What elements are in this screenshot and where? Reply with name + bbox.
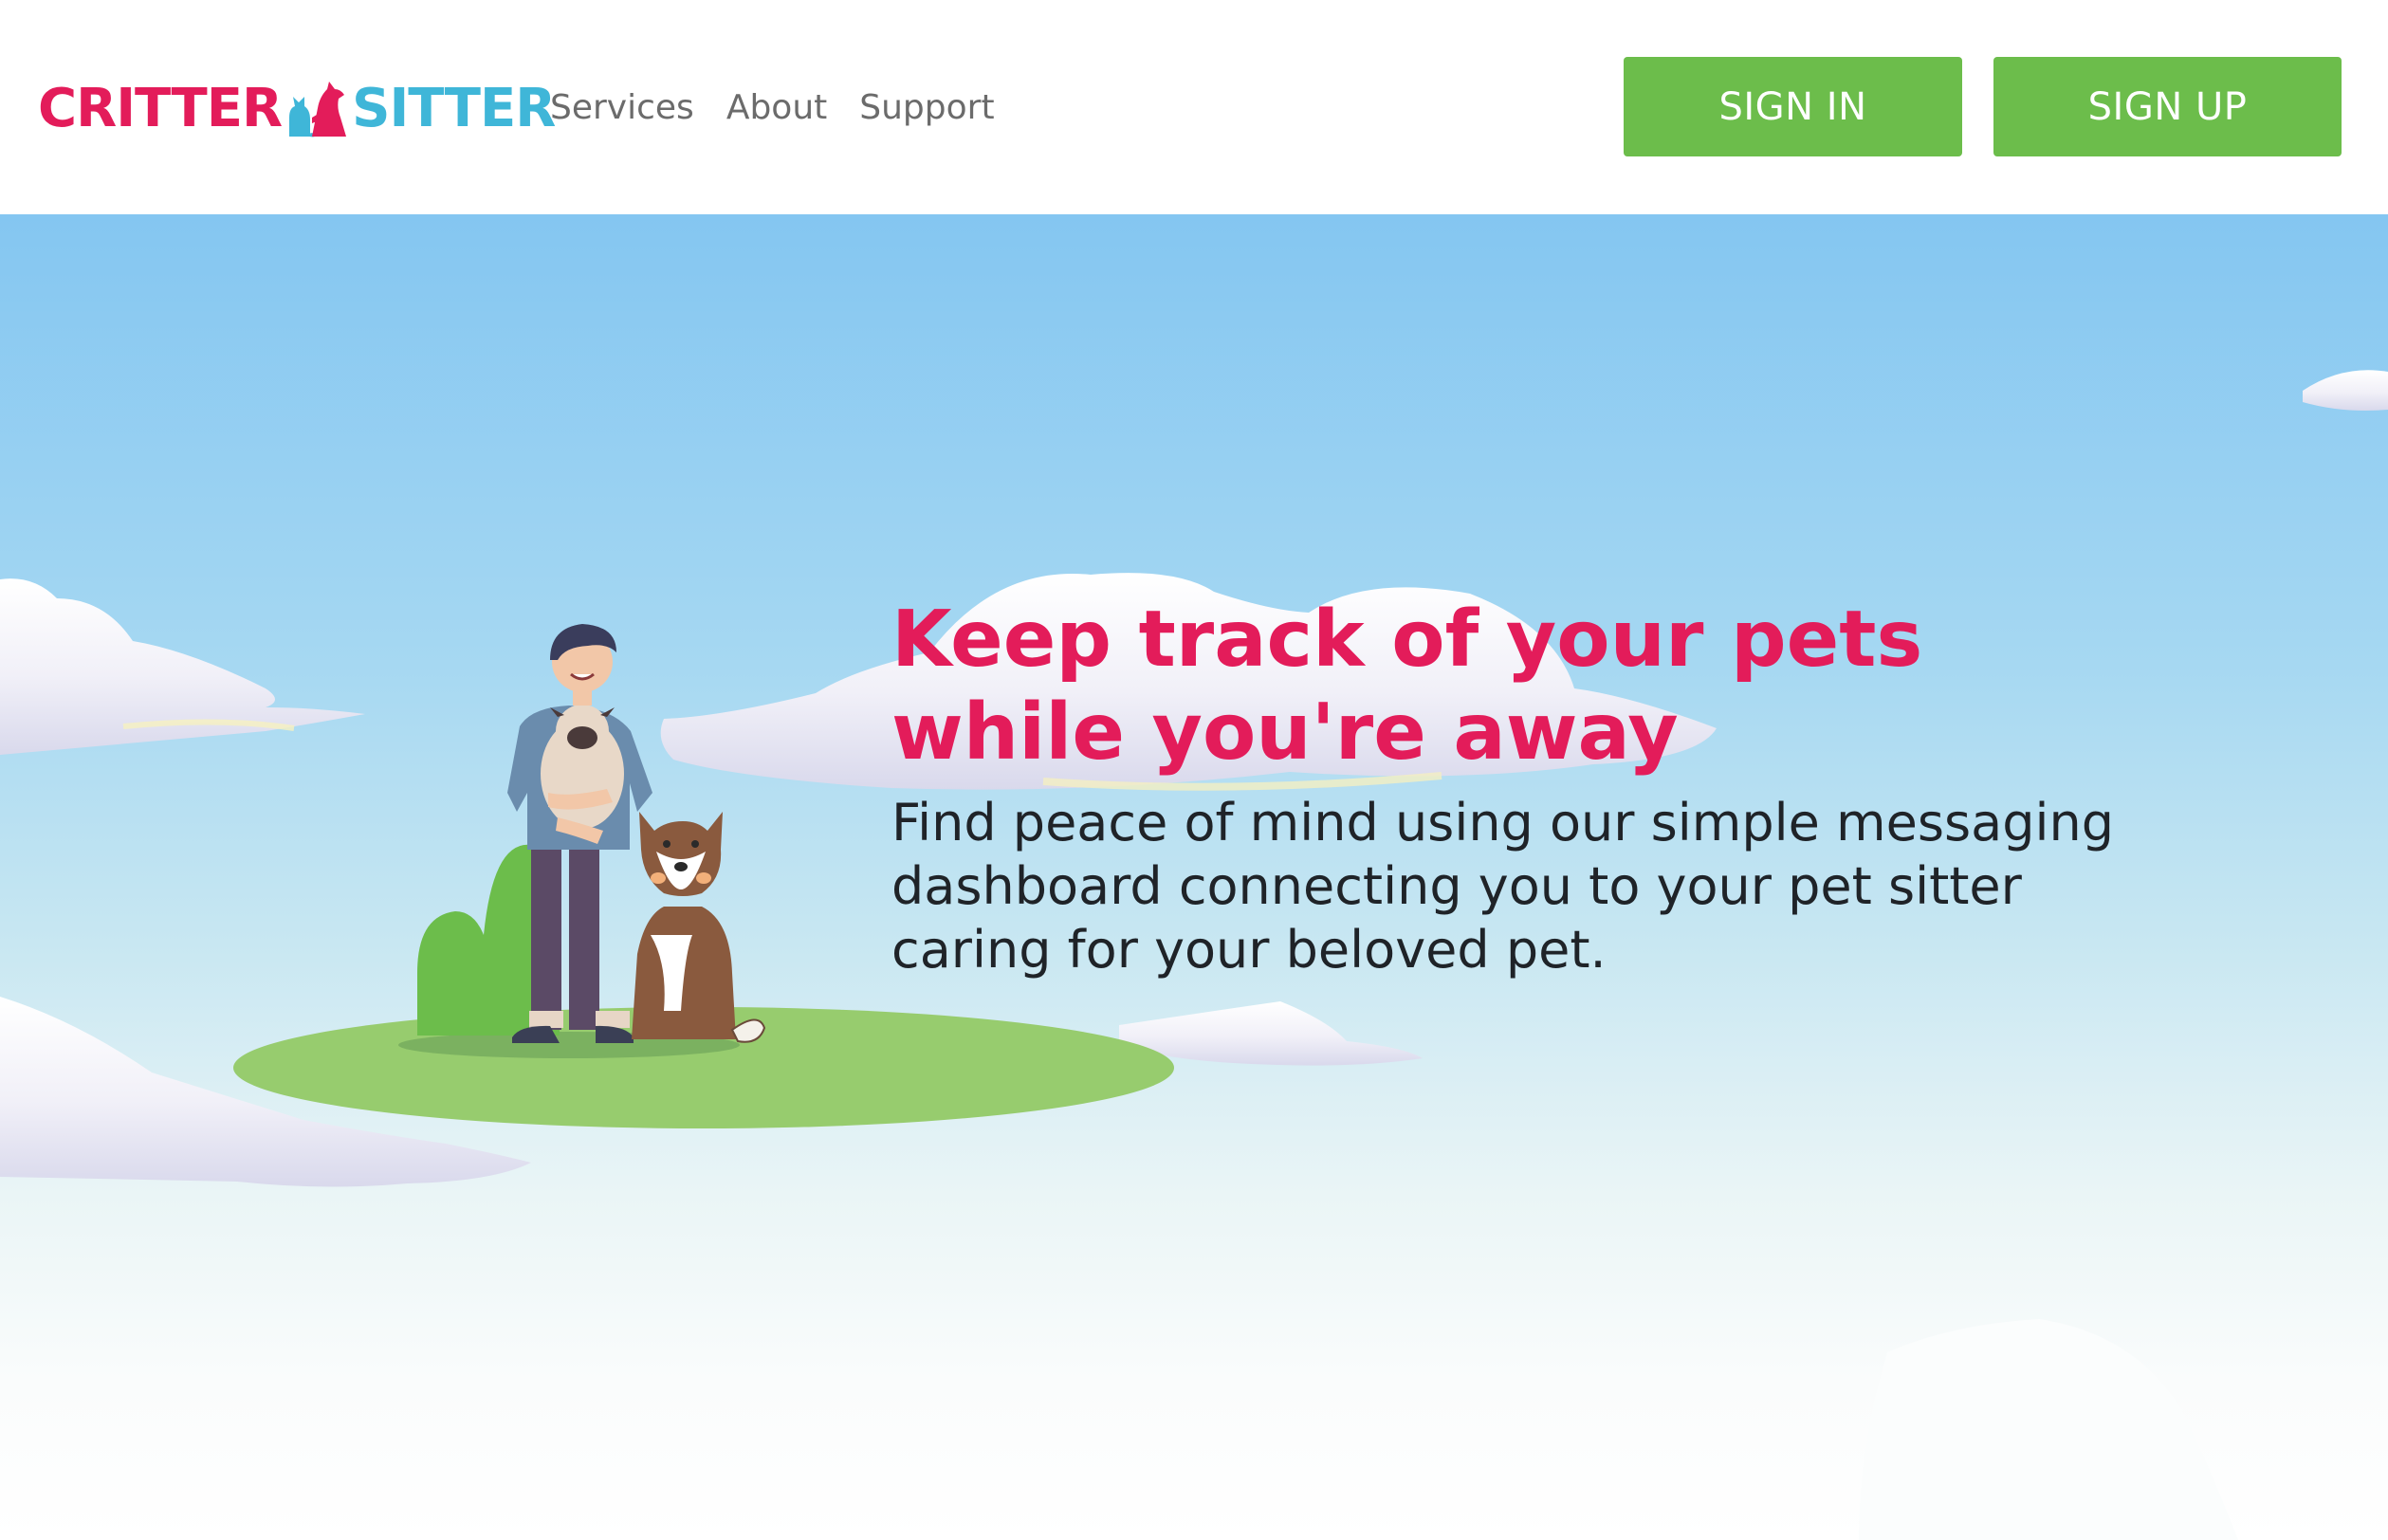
cloud-top-right xyxy=(2303,370,2388,411)
sign-in-button[interactable]: SIGN IN xyxy=(1624,57,1962,156)
sign-up-button[interactable]: SIGN UP xyxy=(1993,57,2342,156)
dog-and-cat-logo-icon xyxy=(289,82,347,138)
cloud-left xyxy=(0,578,365,755)
nav-link-about[interactable]: About xyxy=(726,83,827,133)
cloud-bottom-right xyxy=(1859,1319,2238,1540)
brand-logo[interactable]: CRITTER SITTER xyxy=(38,76,556,142)
brand-name-sitter: SITTER xyxy=(352,78,556,139)
nav-link-services[interactable]: Services xyxy=(550,83,694,133)
hero-section: Keep track of your pets while you're awa… xyxy=(0,214,2388,1540)
hero-subtext: Find peace of mind using our simple mess… xyxy=(891,793,2114,980)
site-header: CRITTER SITTER Services About Support SI… xyxy=(0,0,2388,214)
nav-link-support[interactable]: Support xyxy=(859,83,994,133)
hero-headline: Keep track of your pets while you're awa… xyxy=(891,595,1923,778)
main-nav: Services About Support xyxy=(550,83,995,133)
brand-name-critter: CRITTER xyxy=(38,78,283,139)
